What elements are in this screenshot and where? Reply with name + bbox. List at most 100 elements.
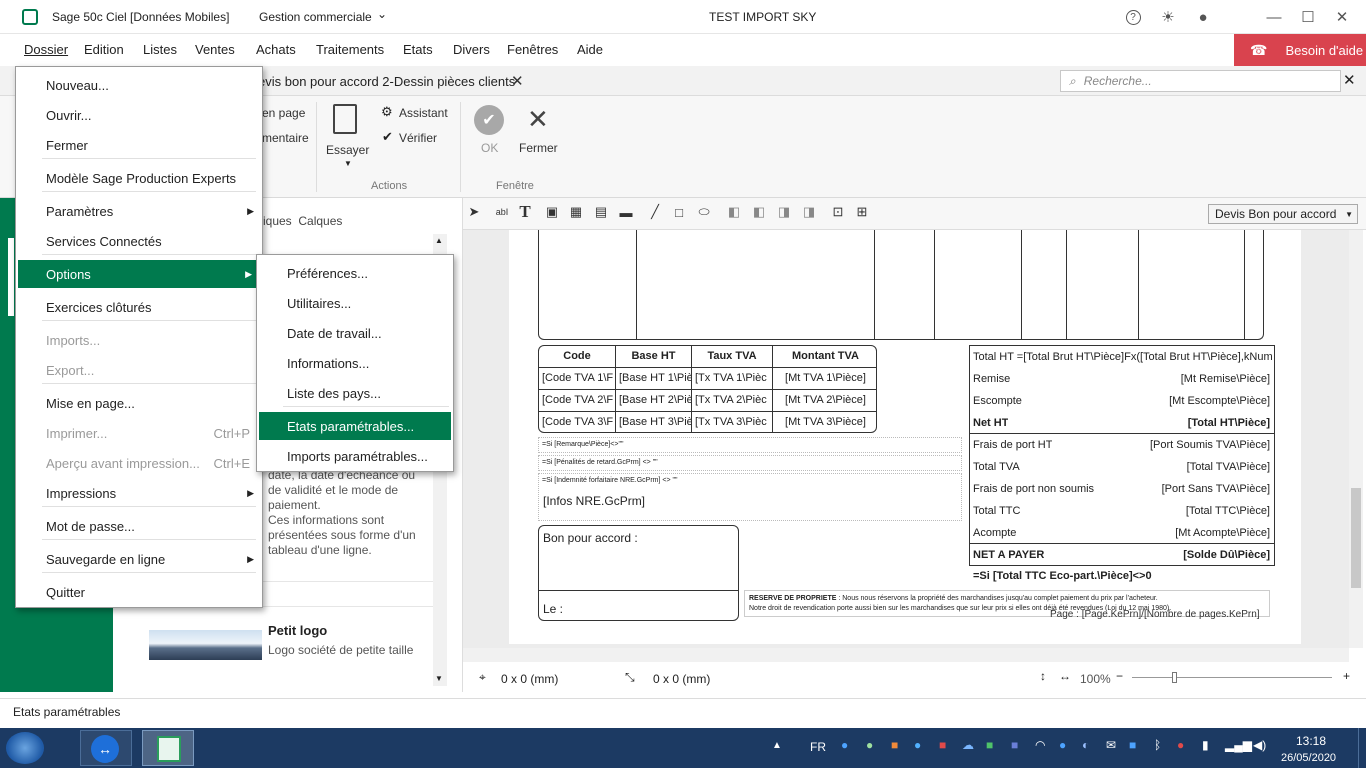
logo-thumbnail[interactable] <box>149 630 262 660</box>
scroll-down-icon[interactable]: ▼ <box>435 674 443 683</box>
image-icon[interactable]: ▣ <box>543 203 561 221</box>
options-menu-item[interactable]: Informations... <box>257 349 453 377</box>
mise-en-page-button[interactable]: en page <box>262 106 305 120</box>
canvas-scrollbar-v[interactable] <box>1349 230 1363 648</box>
options-menu-item[interactable]: Etats paramétrables... <box>259 412 451 440</box>
dossier-menu-item[interactable]: Services Connectés <box>16 227 262 255</box>
minimize-icon[interactable]: — <box>1263 6 1285 28</box>
send-backward-icon[interactable]: ◨ <box>775 203 793 221</box>
essayer-button[interactable]: Essayer <box>326 143 369 157</box>
condition-remarque[interactable]: =Si [Remarque\Pièce]<>"" <box>538 437 962 453</box>
commentaire-button[interactable]: mentaire <box>262 131 309 145</box>
zoom-out-icon[interactable]: − <box>1116 669 1123 683</box>
model-select[interactable]: Devis Bon pour accord ▼ <box>1208 204 1358 224</box>
help-button[interactable]: ☎ Besoin d'aide <box>1234 34 1366 66</box>
battery-icon[interactable]: ▮ <box>1202 738 1209 752</box>
dossier-menu-item[interactable]: Impressions ▶ <box>16 479 262 507</box>
dossier-menu-item[interactable]: Imprimer... Ctrl+P <box>16 419 262 447</box>
totals-table[interactable]: Total HT =[Total Brut HT\Pièce]Fx([Total… <box>969 345 1275 566</box>
essayer-document-icon[interactable] <box>333 104 357 134</box>
lightbulb-icon[interactable]: ☀ <box>1157 6 1179 28</box>
options-menu-item[interactable]: Date de travail... <box>257 319 453 347</box>
menu-edition[interactable]: Edition <box>84 42 124 57</box>
essayer-dropdown-icon[interactable]: ▼ <box>344 159 352 168</box>
dossier-menu-item[interactable]: Ouvrir... <box>16 101 262 129</box>
tray-app-icon[interactable]: ☁ <box>962 738 974 752</box>
dossier-menu-item[interactable]: Exercices clôturés <box>16 293 262 321</box>
dossier-menu-item[interactable]: Export... <box>16 356 262 384</box>
group-icon[interactable]: ⊡ <box>829 203 847 221</box>
options-menu-item[interactable]: Utilitaires... <box>257 289 453 317</box>
bring-front-icon[interactable]: ◧ <box>725 203 743 221</box>
table-icon[interactable]: ▦ <box>567 203 585 221</box>
user-icon[interactable]: ● <box>1192 6 1214 28</box>
tva-table[interactable]: Code Base HT Taux TVA Montant TVA [Code … <box>538 345 877 433</box>
close-icon[interactable]: ✕ <box>1331 6 1353 28</box>
search-input[interactable]: Recherche... <box>1084 74 1152 88</box>
document-tab[interactable]: evis bon pour accord 2-Dessin pièces cli… <box>258 74 515 89</box>
field-icon[interactable]: ▤ <box>592 203 610 221</box>
fermer-button[interactable]: Fermer <box>519 141 558 155</box>
teamviewer-taskbar-icon[interactable]: ↔ <box>80 730 132 766</box>
ellipse-icon[interactable]: ⬭ <box>695 203 713 221</box>
tray-app-icon[interactable]: ◐ <box>1082 738 1089 752</box>
condition-penalites[interactable]: =Si [Pénalités de retard.GcPrm] <> "" <box>538 455 962 471</box>
maximize-icon[interactable]: ☐ <box>1297 6 1319 28</box>
tray-app-icon[interactable]: ■ <box>891 738 898 752</box>
options-menu-item[interactable]: Imports paramétrables... <box>257 442 453 470</box>
dossier-menu-item[interactable]: Quitter <box>16 578 262 606</box>
show-desktop-button[interactable] <box>1358 728 1366 768</box>
logo-block-title[interactable]: Petit logo <box>268 623 327 638</box>
tray-app-icon[interactable]: ● <box>841 738 848 752</box>
dossier-menu-item[interactable]: Modèle Sage Production Experts <box>16 164 262 192</box>
tray-app-icon[interactable]: ■ <box>939 738 946 752</box>
mail-icon[interactable]: ✉ <box>1106 738 1116 752</box>
scroll-up-icon[interactable]: ▲ <box>435 236 443 245</box>
canvas-scrollbar-h[interactable] <box>463 648 1349 662</box>
tray-app-icon[interactable]: ● <box>866 738 873 752</box>
menu-fenetres[interactable]: Fenêtres <box>507 42 558 57</box>
chevron-down-icon[interactable]: ⌄ <box>377 7 387 21</box>
signal-icon[interactable]: ▂▄▆ <box>1225 738 1252 752</box>
tray-expand-icon[interactable]: ▲ <box>772 740 782 751</box>
send-back-icon[interactable]: ◨ <box>800 203 818 221</box>
outlook-icon[interactable]: ■ <box>1129 738 1136 752</box>
menu-traitements[interactable]: Traitements <box>316 42 384 57</box>
zoom-in-icon[interactable]: + <box>1343 669 1350 683</box>
verifier-button[interactable]: Vérifier <box>399 131 437 145</box>
toggle-icon[interactable]: ▬ <box>617 203 635 221</box>
dossier-menu-item[interactable]: Fermer <box>16 131 262 159</box>
menu-dossier[interactable]: Dossier <box>24 42 68 57</box>
options-menu-item[interactable]: Préférences... <box>257 259 453 287</box>
pointer-icon[interactable]: ➤ <box>465 203 483 221</box>
clock-date[interactable]: 26/05/2020 <box>1281 752 1336 764</box>
start-button[interactable] <box>6 732 44 764</box>
ok-button[interactable]: OK <box>481 141 498 155</box>
dossier-menu-item[interactable]: Nouveau... <box>16 71 262 99</box>
condition-indemnite[interactable]: =Si [Indemnité forfaitaire NRE.GcPrm] <>… <box>538 473 962 521</box>
dossier-menu-item[interactable]: Mot de passe... <box>16 512 262 540</box>
dossier-menu-item[interactable]: Mise en page... <box>16 389 262 417</box>
text-icon[interactable]: T <box>516 202 534 221</box>
dossier-menu-item[interactable]: Aperçu avant impression... Ctrl+E <box>16 449 262 477</box>
zoom-slider[interactable] <box>1132 672 1332 683</box>
menu-divers[interactable]: Divers <box>453 42 490 57</box>
bring-forward-icon[interactable]: ◧ <box>750 203 768 221</box>
fit-height-icon[interactable]: ↕ <box>1040 669 1046 683</box>
zoom-slider-thumb[interactable] <box>1172 672 1177 683</box>
tray-app-icon[interactable]: ● <box>914 738 921 752</box>
menu-listes[interactable]: Listes <box>143 42 177 57</box>
network-icon[interactable]: ◠ <box>1035 738 1045 752</box>
teamviewer-tray-icon[interactable]: ● <box>1059 738 1066 752</box>
menu-etats[interactable]: Etats <box>403 42 433 57</box>
help-icon[interactable]: ? <box>1122 6 1144 28</box>
sage-taskbar-icon[interactable] <box>142 730 194 766</box>
bluetooth-icon[interactable]: ᛒ <box>1154 738 1161 752</box>
bon-pour-accord-box[interactable]: Bon pour accord : Le : <box>538 525 739 621</box>
clock-time[interactable]: 13:18 <box>1296 734 1326 748</box>
rectangle-icon[interactable]: □ <box>670 203 688 221</box>
panel-tabs[interactable]: riques Calques <box>259 214 342 228</box>
menu-achats[interactable]: Achats <box>256 42 296 57</box>
ungroup-icon[interactable]: ⊞ <box>853 203 871 221</box>
menu-aide[interactable]: Aide <box>577 42 603 57</box>
